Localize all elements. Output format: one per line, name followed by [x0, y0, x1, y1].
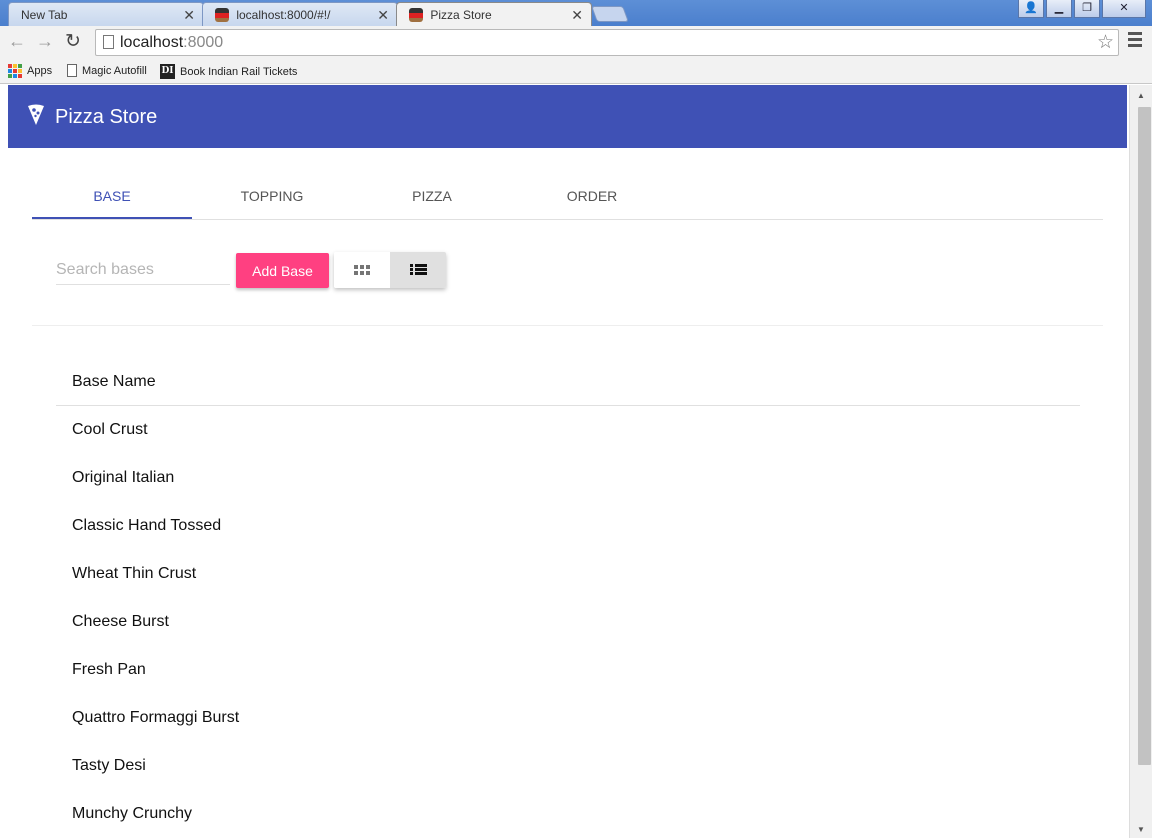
tab-close-icon[interactable]: ✕ [377, 7, 389, 24]
scroll-up-icon[interactable]: ▲ [1137, 91, 1145, 100]
table-row[interactable]: Quattro Formaggi Burst [56, 694, 1080, 742]
url-port: :8000 [183, 34, 224, 51]
tab-close-icon[interactable]: ✕ [183, 7, 195, 24]
browser-titlebar: New Tab ✕ localhost:8000/#!/ ✕ Pizza Sto… [0, 0, 1152, 27]
browser-toolbar: ← → ↻ localhost:8000 ☆ [0, 26, 1152, 59]
reload-icon[interactable]: ↻ [65, 30, 81, 53]
minimize-icon[interactable]: ▁ [1046, 0, 1072, 18]
bookmark-star-icon[interactable]: ☆ [1097, 31, 1114, 54]
table-row[interactable]: Tasty Desi [56, 742, 1080, 790]
browser-tab-pizza-store[interactable]: Pizza Store ✕ [396, 2, 592, 27]
page-viewport: Pizza Store Base Topping Pizza Order Add… [8, 85, 1127, 838]
table-row[interactable]: Munchy Crunchy [56, 790, 1080, 838]
bookmark-label: Book Indian Rail Tickets [180, 65, 298, 78]
address-bar[interactable]: localhost:8000 ☆ [95, 29, 1119, 56]
restore-icon[interactable]: ❐ [1074, 0, 1100, 18]
pizza-logo-icon [28, 104, 44, 125]
bookmark-label: Magic Autofill [82, 64, 147, 77]
search-input[interactable] [56, 255, 230, 285]
tab-pizza[interactable]: Pizza [352, 172, 512, 220]
bookmark-apps[interactable]: Apps [8, 64, 52, 78]
grid-view-button[interactable] [334, 252, 390, 288]
table-row[interactable]: Classic Hand Tossed [56, 502, 1080, 550]
bookmark-label: Apps [27, 65, 53, 77]
tab-base[interactable]: Base [32, 172, 192, 220]
bases-table: Base Name Cool Crust Original Italian Cl… [56, 358, 1080, 838]
di-logo-icon: DI [160, 64, 175, 79]
tab-close-icon[interactable]: ✕ [571, 7, 583, 24]
section-divider [32, 325, 1103, 326]
user-icon[interactable]: 👤 [1018, 0, 1044, 18]
url-host: localhost [120, 34, 184, 51]
table-row[interactable]: Original Italian [56, 454, 1080, 502]
new-tab-button[interactable] [591, 6, 629, 22]
page-scrollbar[interactable]: ▲ ▼ [1129, 85, 1152, 838]
back-arrow-icon[interactable]: ← [8, 31, 26, 52]
close-window-icon[interactable]: ✕ [1102, 0, 1146, 18]
tab-title: Pizza Store [430, 8, 492, 22]
table-row[interactable]: Cheese Burst [56, 598, 1080, 646]
app-title: Pizza Store [55, 106, 158, 128]
list-view-button[interactable] [390, 252, 446, 288]
browser-tab-new-tab[interactable]: New Tab ✕ [8, 2, 204, 26]
favicon-icon [409, 8, 423, 22]
add-base-button[interactable]: Add Base [236, 253, 329, 288]
table-row[interactable]: Cool Crust [56, 406, 1080, 454]
app-toolbar: Pizza Store [8, 85, 1127, 148]
browser-menu-icon[interactable] [1128, 32, 1142, 50]
scrollbar-thumb[interactable] [1138, 107, 1151, 765]
table-row[interactable]: Fresh Pan [56, 646, 1080, 694]
grid-icon [354, 265, 370, 275]
apps-grid-icon [8, 64, 22, 78]
table-row[interactable]: Wheat Thin Crust [56, 550, 1080, 598]
favicon-icon [215, 8, 229, 22]
active-tab-indicator [32, 217, 192, 219]
document-icon [67, 64, 77, 77]
page-icon [103, 35, 114, 49]
bookmark-magic-autofill[interactable]: Magic Autofill [67, 64, 147, 77]
tab-order[interactable]: Order [512, 172, 672, 220]
browser-tab-localhost[interactable]: localhost:8000/#!/ ✕ [202, 2, 398, 26]
section-tabs: Base Topping Pizza Order [32, 172, 1103, 220]
forward-arrow-icon[interactable]: → [36, 31, 54, 52]
tab-topping[interactable]: Topping [192, 172, 352, 220]
column-header-base-name: Base Name [56, 358, 1080, 406]
view-toggle [334, 252, 446, 288]
window-controls: 👤 ▁ ❐ ✕ [1018, 0, 1146, 18]
bookmarks-bar: Apps Magic Autofill DI Book Indian Rail … [0, 59, 1152, 84]
scroll-down-icon[interactable]: ▼ [1137, 825, 1145, 834]
list-icon [409, 264, 427, 276]
tab-title: New Tab [21, 8, 68, 22]
tab-title: localhost:8000/#!/ [236, 8, 331, 22]
bookmark-rail-tickets[interactable]: DI Book Indian Rail Tickets [160, 64, 297, 79]
